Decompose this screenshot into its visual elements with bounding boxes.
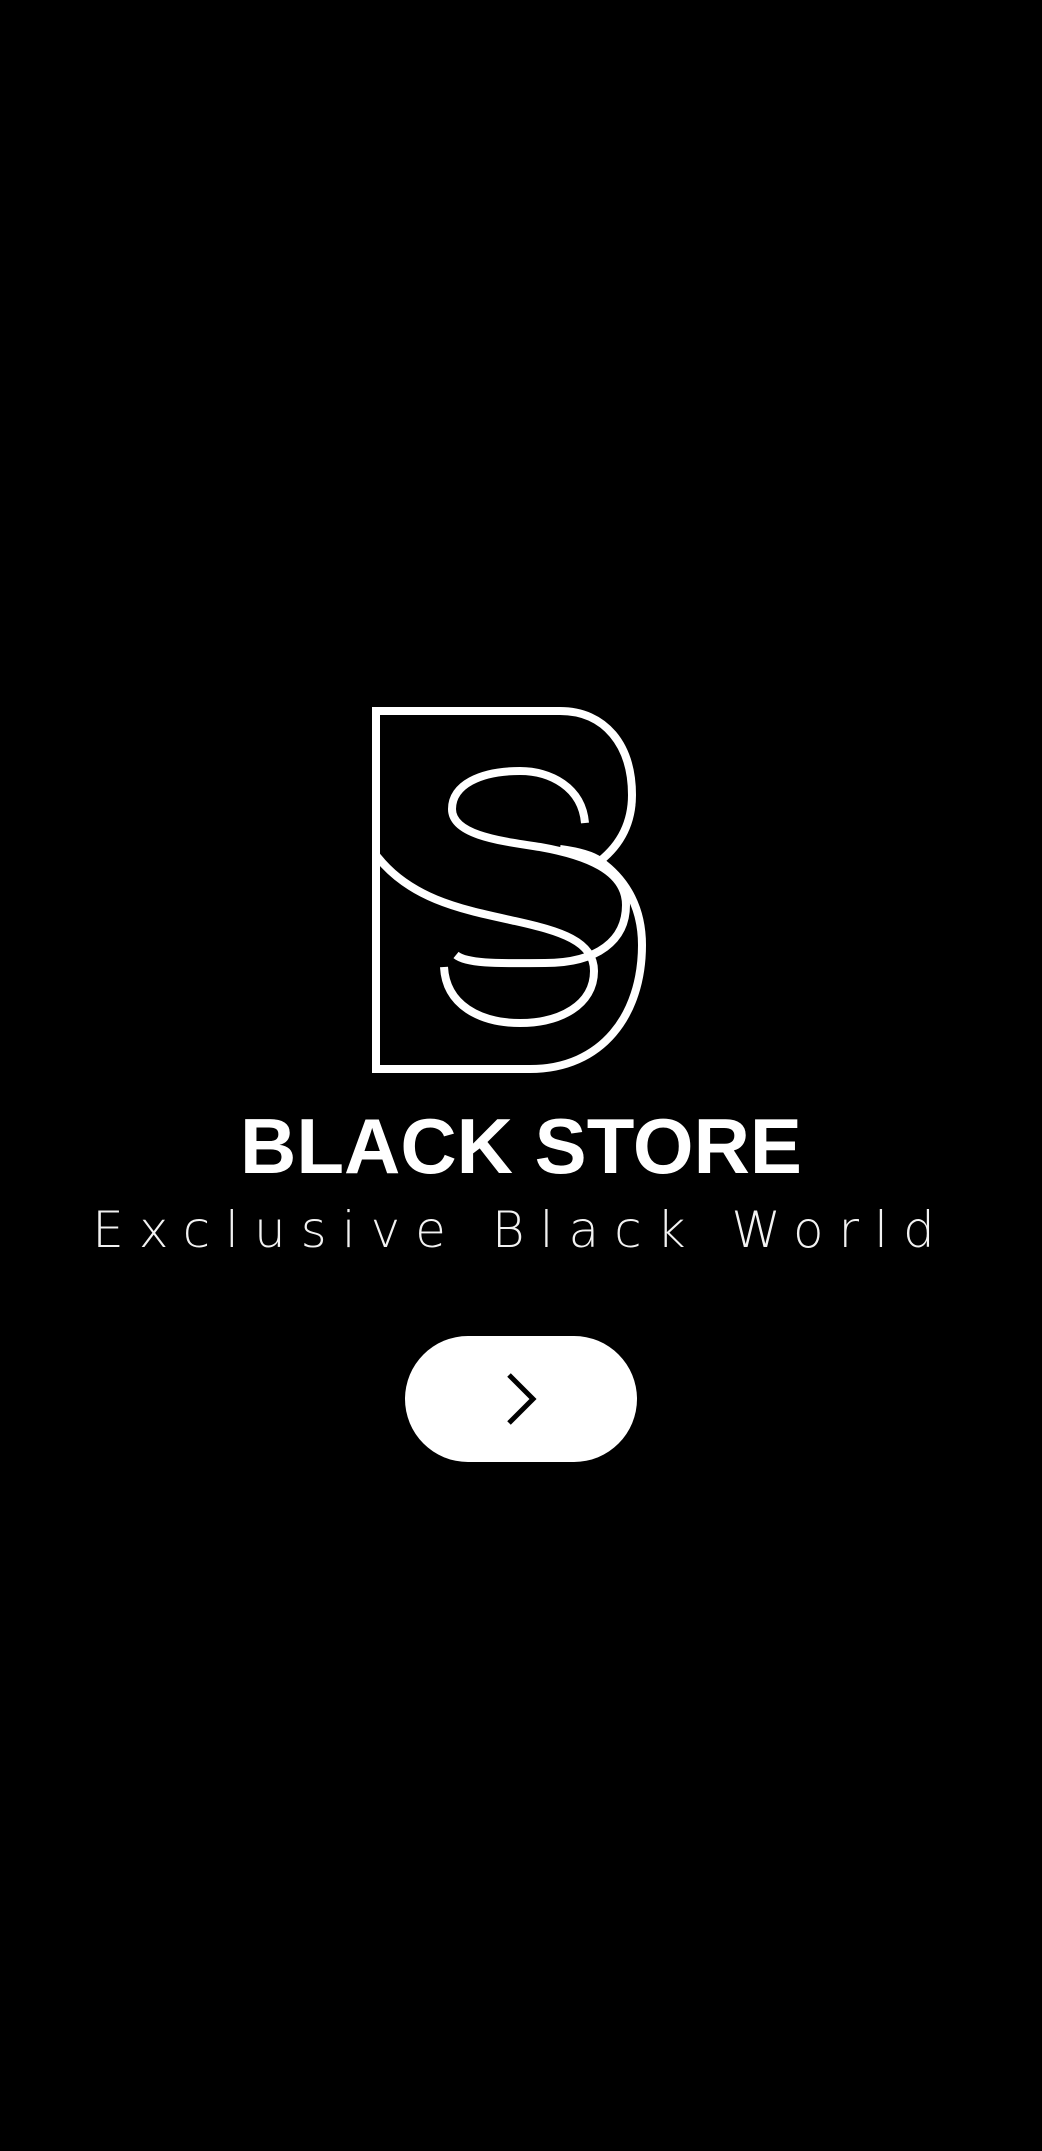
chevron-right-icon <box>501 1371 541 1427</box>
splash-screen: BLACK STORE Exclusive Black World <box>0 0 1042 2151</box>
bs-monogram-logo <box>370 705 672 1075</box>
next-button[interactable] <box>405 1336 637 1462</box>
brand-title: BLACK STORE <box>240 1102 802 1190</box>
tagline: Exclusive Black World <box>92 1201 950 1259</box>
